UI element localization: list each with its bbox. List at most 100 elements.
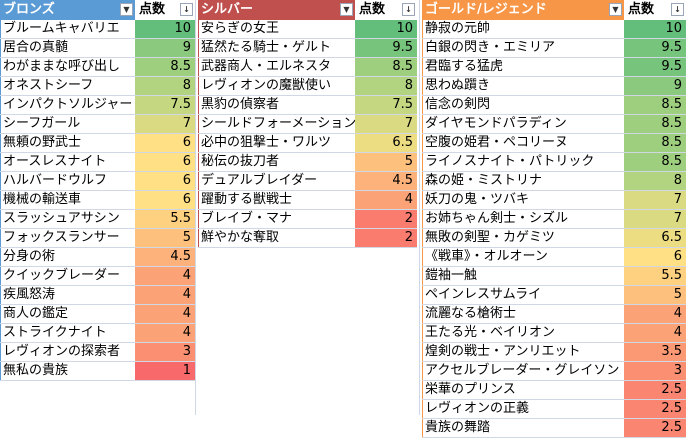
name-cell[interactable]: オネストシーフ [0,77,135,95]
name-cell[interactable]: 必中の狙撃士・ワルツ [198,134,355,152]
score-cell[interactable]: 4 [624,305,686,323]
name-cell[interactable]: 疾風怒涛 [0,286,135,304]
score-cell[interactable]: 9.5 [624,39,686,57]
name-cell[interactable]: 無頼の野武士 [0,134,135,152]
name-cell[interactable]: 君臨する猛虎 [422,58,624,76]
score-cell[interactable]: 8 [624,172,686,190]
name-cell[interactable]: フォックスランサー [0,229,135,247]
name-cell[interactable]: わがままな呼び出し [0,58,135,76]
name-cell[interactable]: 黒豹の偵察者 [198,96,355,114]
score-cell[interactable]: 4 [135,286,195,304]
score-cell[interactable]: 6 [624,248,686,266]
score-cell[interactable]: 2 [355,229,417,247]
name-cell[interactable]: 躍動する獣戦士 [198,191,355,209]
score-cell[interactable]: 6.5 [355,134,417,152]
score-cell[interactable]: 9.5 [624,58,686,76]
name-cell[interactable]: 鮮やかな奪取 [198,229,355,247]
name-cell[interactable]: ブレイブ・マナ [198,210,355,228]
filter-dropdown-button[interactable]: ▼ [340,3,353,16]
score-cell[interactable]: 5 [355,153,417,171]
name-cell[interactable]: 無敗の剣聖・カゲミツ [422,229,624,247]
score-cell[interactable]: 1 [135,362,195,380]
score-cell[interactable]: 3.5 [624,343,686,361]
score-cell[interactable]: 7 [624,191,686,209]
score-cell[interactable]: 5 [135,229,195,247]
name-cell[interactable]: 貴族の舞踏 [422,419,624,437]
score-cell[interactable]: 3 [135,343,195,361]
score-cell[interactable]: 5.5 [135,210,195,228]
name-cell[interactable]: 鎧袖一触 [422,267,624,285]
score-cell[interactable]: 4 [355,191,417,209]
name-cell[interactable]: ライノスナイト・パトリック [422,153,624,171]
score-cell[interactable]: 2.5 [624,400,686,418]
score-cell[interactable]: 7 [355,115,417,133]
score-cell[interactable]: 6 [135,153,195,171]
filter-dropdown-button[interactable]: ▼ [609,3,622,16]
name-cell[interactable]: 信念の剣閃 [422,96,624,114]
score-cell[interactable]: 8.5 [624,96,686,114]
score-cell[interactable]: 4 [624,324,686,342]
name-cell[interactable]: 武器商人・エルネスタ [198,58,355,76]
name-cell[interactable]: 分身の術 [0,248,135,266]
filter-dropdown-button[interactable]: ▼ [120,3,133,16]
name-cell[interactable]: レヴィオンの探索者 [0,343,135,361]
score-cell[interactable]: 8.5 [624,134,686,152]
score-cell[interactable]: 7 [135,115,195,133]
score-cell[interactable]: 9 [135,39,195,57]
name-cell[interactable]: お姉ちゃん剣士・シズル [422,210,624,228]
name-cell[interactable]: 機械の輸送車 [0,191,135,209]
name-cell[interactable]: 商人の鑑定 [0,305,135,323]
name-cell[interactable]: 空腹の姫君・ペコリーヌ [422,134,624,152]
name-cell[interactable]: 無私の貴族 [0,362,135,380]
score-cell[interactable]: 8 [135,77,195,95]
score-cell[interactable]: 8 [355,77,417,95]
name-cell[interactable]: 猛然たる騎士・ゲルト [198,39,355,57]
name-cell[interactable]: 思わぬ躓き [422,77,624,95]
name-cell[interactable]: クイックブレーダー [0,267,135,285]
score-cell[interactable]: 4.5 [135,248,195,266]
name-cell[interactable]: ストライクナイト [0,324,135,342]
score-cell[interactable]: 10 [135,20,195,38]
score-cell[interactable]: 8.5 [355,58,417,76]
name-cell[interactable]: シーフガール [0,115,135,133]
score-cell[interactable]: 10 [624,20,686,38]
name-cell[interactable]: シールドフォーメーション [198,115,355,133]
score-cell[interactable]: 4 [135,305,195,323]
score-cell[interactable]: 4.5 [355,172,417,190]
sort-dropdown-button[interactable]: ↓ [402,3,415,16]
name-cell[interactable]: ペインレスサムライ [422,286,624,304]
score-cell[interactable]: 8.5 [135,58,195,76]
score-cell[interactable]: 5 [624,286,686,304]
name-cell[interactable]: 栄華のプリンス [422,381,624,399]
name-cell[interactable]: レヴィオンの魔獣使い [198,77,355,95]
name-cell[interactable]: 安らぎの女王 [198,20,355,38]
score-cell[interactable]: 10 [355,20,417,38]
sort-dropdown-button[interactable]: ↓ [671,3,684,16]
name-cell[interactable]: 流麗なる槍術士 [422,305,624,323]
name-cell[interactable]: 森の姫・ミストリナ [422,172,624,190]
sort-dropdown-button[interactable]: ↓ [180,3,193,16]
name-cell[interactable]: ハルバードウルフ [0,172,135,190]
score-cell[interactable]: 3 [624,362,686,380]
name-cell[interactable]: 白銀の閃き・エミリア [422,39,624,57]
name-cell[interactable]: 煌剣の戦士・アンリエット [422,343,624,361]
score-cell[interactable]: 2 [355,210,417,228]
name-cell[interactable]: 静寂の元帥 [422,20,624,38]
score-cell[interactable]: 7.5 [355,96,417,114]
score-cell[interactable]: 4 [135,267,195,285]
score-cell[interactable]: 6 [135,134,195,152]
name-cell[interactable]: 妖刀の鬼・ツバキ [422,191,624,209]
score-cell[interactable]: 6.5 [624,229,686,247]
name-cell[interactable]: 王たる光・ベイリオン [422,324,624,342]
score-cell[interactable]: 4 [135,324,195,342]
name-cell[interactable]: 《戦車》・オルオーン [422,248,624,266]
score-cell[interactable]: 5.5 [624,267,686,285]
name-cell[interactable]: レヴィオンの正義 [422,400,624,418]
score-cell[interactable]: 2.5 [624,381,686,399]
score-cell[interactable]: 2.5 [624,419,686,437]
name-cell[interactable]: 居合の真髄 [0,39,135,57]
name-cell[interactable]: 秘伝の抜刀者 [198,153,355,171]
score-cell[interactable]: 7 [624,210,686,228]
name-cell[interactable]: デュアルブレイダー [198,172,355,190]
score-cell[interactable]: 6 [135,172,195,190]
